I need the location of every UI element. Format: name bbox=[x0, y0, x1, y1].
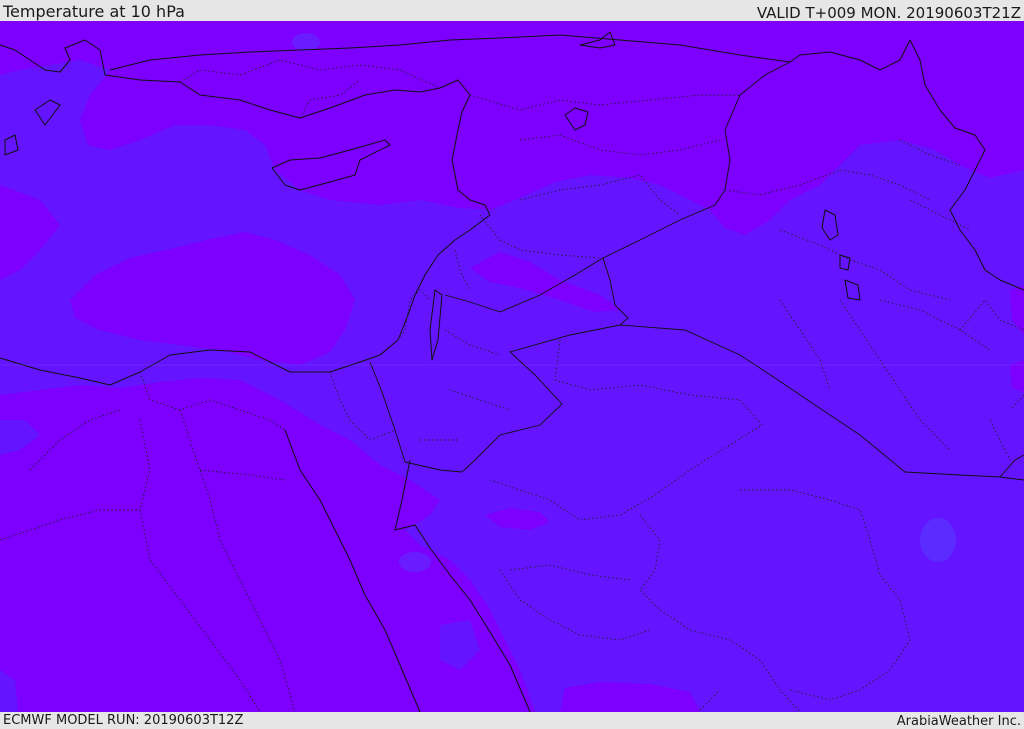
temperature-band-cold-patch-1 bbox=[920, 518, 956, 562]
temperature-band-cold-patch-2 bbox=[292, 33, 320, 51]
map-title: Temperature at 10 hPa bbox=[3, 2, 185, 21]
map-svg bbox=[0, 21, 1024, 712]
header-bar: Temperature at 10 hPa VALID T+009 MON. 2… bbox=[0, 0, 1024, 21]
footer-bar: ECMWF MODEL RUN: 20190603T12Z ArabiaWeat… bbox=[0, 712, 1024, 729]
credit-label: ArabiaWeather Inc. bbox=[896, 714, 1021, 729]
model-run-label: ECMWF MODEL RUN: 20190603T12Z bbox=[3, 713, 244, 728]
map-canvas[interactable] bbox=[0, 21, 1024, 712]
temperature-band-cold-patch-3 bbox=[399, 552, 431, 572]
map-window: Temperature at 10 hPa VALID T+009 MON. 2… bbox=[0, 0, 1024, 729]
valid-time-label: VALID T+009 MON. 20190603T21Z bbox=[756, 4, 1021, 22]
